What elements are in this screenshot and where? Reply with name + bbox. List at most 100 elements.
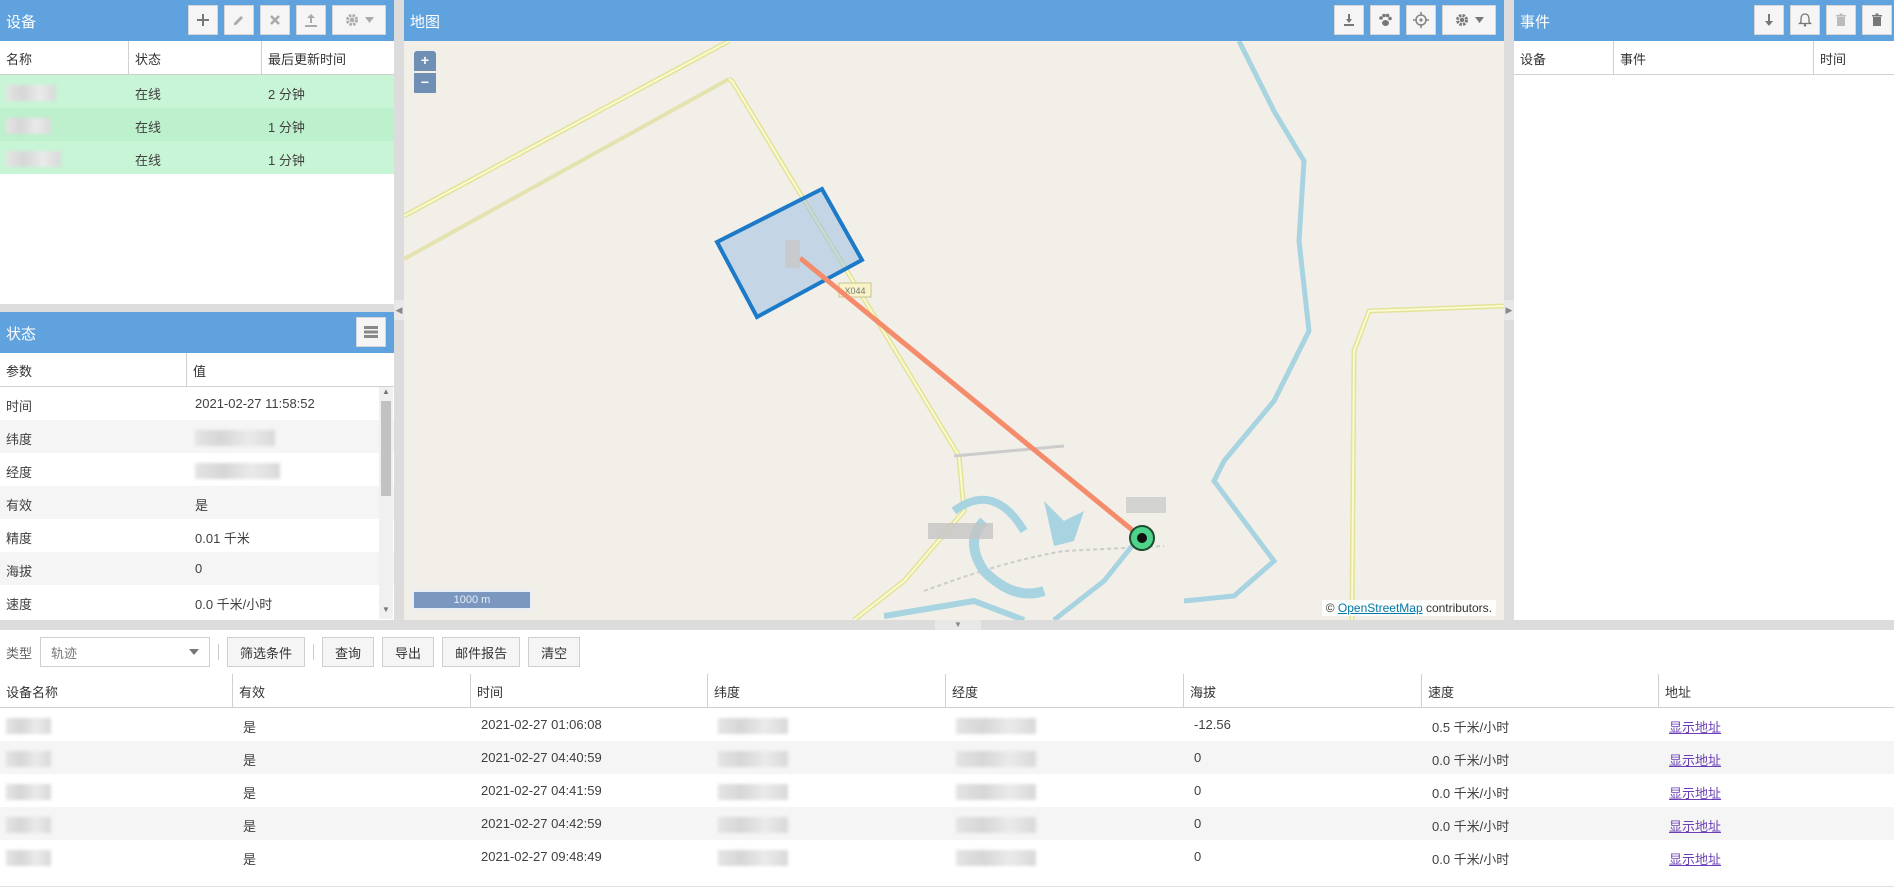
column-time[interactable]: 时间 [1814,41,1894,74]
column-time[interactable]: 时间 [471,674,708,707]
collapse-left-icon[interactable]: ◀ [394,300,404,320]
pencil-icon [234,16,243,25]
column-longitude[interactable]: 经度 [946,674,1184,707]
follow-button[interactable] [1370,5,1400,35]
zoom-in-button[interactable]: + [414,51,436,71]
zoom-out-button[interactable]: − [414,73,436,93]
column-status[interactable]: 状态 [129,41,262,74]
clear-button[interactable]: 清空 [528,637,581,667]
column-name[interactable]: 名称 [0,41,129,74]
scroll-to-latest-button[interactable] [1754,5,1784,35]
device-name-redacted [0,774,233,807]
column-updated[interactable]: 最后更新时间 [262,41,394,74]
device-name-redacted [0,708,233,741]
column-speed[interactable]: 速度 [1422,674,1659,707]
column-value[interactable]: 值 [187,353,394,386]
filter-button[interactable]: 筛选条件 [227,637,306,667]
column-device-name[interactable]: 设备名称 [0,674,233,707]
plus-icon [197,14,209,26]
report-type-label: 类型 [6,645,33,661]
trash-icon [1872,13,1882,26]
column-altitude[interactable]: 海拔 [1184,674,1422,707]
cell-longitude-redacted [946,840,1184,873]
geolocate-button[interactable] [1406,5,1436,35]
column-address[interactable]: 地址 [1659,674,1894,707]
devices-column-header: 名称 状态 最后更新时间 [0,41,394,75]
state-row: 时间 2021-02-27 11:58:52 [0,387,394,420]
caret-down-icon [1474,17,1484,23]
device-row[interactable]: 在线 1 分钟 [0,141,394,174]
device-row[interactable]: 在线 2 分钟 [0,75,394,108]
state-param: 时间 [6,399,33,414]
column-valid[interactable]: 有效 [233,674,471,707]
show-address-link[interactable]: 显示地址 [1669,753,1721,768]
cell-speed: 0.0 千米/小时 [1432,786,1510,801]
remove-device-button[interactable] [260,5,290,35]
report-row[interactable]: 是 2021-02-27 04:40:59 0 0.0 千米/小时 显示地址 [0,741,1894,774]
show-address-link[interactable]: 显示地址 [1669,786,1721,801]
show-address-link[interactable]: 显示地址 [1669,819,1721,834]
attribution-suffix: contributors. [1422,601,1492,615]
email-report-button[interactable]: 邮件报告 [442,637,521,667]
column-event[interactable]: 事件 [1614,41,1814,74]
map-layers-button[interactable] [1442,5,1496,35]
state-param: 经度 [6,465,33,480]
events-panel: 事件 设备 事件 时间 [1514,0,1894,620]
collapse-bottom-icon[interactable]: ▼ [935,620,981,630]
report-row[interactable]: 是 2021-02-27 09:48:49 0 0.0 千米/小时 显示地址 [0,840,1894,873]
cell-altitude: 0 [1194,849,1202,864]
state-details-button[interactable] [356,317,386,347]
scroll-thumb[interactable] [381,401,391,496]
device-status: 在线 [135,87,162,102]
cell-speed: 0.0 千米/小时 [1432,753,1510,768]
state-value: 0.01 千米 [195,531,250,546]
cell-altitude: 0 [1194,750,1202,765]
column-latitude[interactable]: 纬度 [708,674,946,707]
close-icon [270,15,280,25]
scroll-up-arrow[interactable]: ▲ [379,387,393,401]
show-address-link[interactable]: 显示地址 [1669,852,1721,867]
devices-header: 设备 [0,0,394,41]
show-reports-button[interactable] [1334,5,1364,35]
cell-longitude-redacted [946,708,1184,741]
sound-toggle-button[interactable] [1790,5,1820,35]
cell-time: 2021-02-27 01:06:08 [481,717,602,732]
column-device[interactable]: 设备 [1514,41,1614,74]
state-param: 速度 [6,597,33,612]
cell-latitude-redacted [708,708,946,741]
state-scrollbar[interactable]: ▲ ▼ [379,387,393,619]
edit-device-button[interactable] [224,5,254,35]
delete-event-button[interactable] [1826,5,1856,35]
device-status: 在线 [135,153,162,168]
state-row: 速度 0.0 千米/小时 [0,585,394,618]
export-button[interactable]: 导出 [382,637,435,667]
show-address-link[interactable]: 显示地址 [1669,720,1721,735]
cell-valid: 是 [243,786,257,801]
state-rows: 时间 2021-02-27 11:58:52 纬度 经度 有效 是 精度 0.01 千… [0,387,394,619]
scroll-down-arrow[interactable]: ▼ [379,605,393,619]
add-device-button[interactable] [188,5,218,35]
cell-speed: 0.5 千米/小时 [1432,720,1510,735]
report-grid: 设备名称 有效 时间 纬度 经度 海拔 速度 地址 是 2021-02-27 0… [0,674,1894,890]
trash-icon [1836,13,1846,26]
query-button[interactable]: 查询 [322,637,375,667]
toolbar-separator [218,644,220,660]
gear-icon [1455,14,1468,26]
device-settings-button[interactable] [332,5,386,35]
collapse-right-icon[interactable]: ▶ [1504,300,1514,320]
state-value-redacted [189,453,379,486]
device-name-redacted [0,75,129,108]
devices-state-splitter[interactable] [0,304,394,312]
report-row[interactable]: 是 2021-02-27 01:06:08 -12.56 0.5 千米/小时 显… [0,708,1894,741]
openstreetmap-link[interactable]: OpenStreetMap [1338,601,1423,615]
map-canvas[interactable]: X044 + − 1000 m © OpenStreetMap contribu… [404,41,1504,620]
report-row[interactable]: 是 2021-02-27 04:41:59 0 0.0 千米/小时 显示地址 [0,774,1894,807]
clear-events-button[interactable] [1862,5,1892,35]
scale-bar: 1000 m [412,590,532,610]
bell-icon [1798,13,1812,27]
column-param[interactable]: 参数 [0,353,187,386]
upload-button[interactable] [296,5,326,35]
report-type-select[interactable]: 轨迹 [40,637,211,667]
device-row[interactable]: 在线 1 分钟 [0,108,394,141]
report-row[interactable]: 是 2021-02-27 04:42:59 0 0.0 千米/小时 显示地址 [0,807,1894,840]
